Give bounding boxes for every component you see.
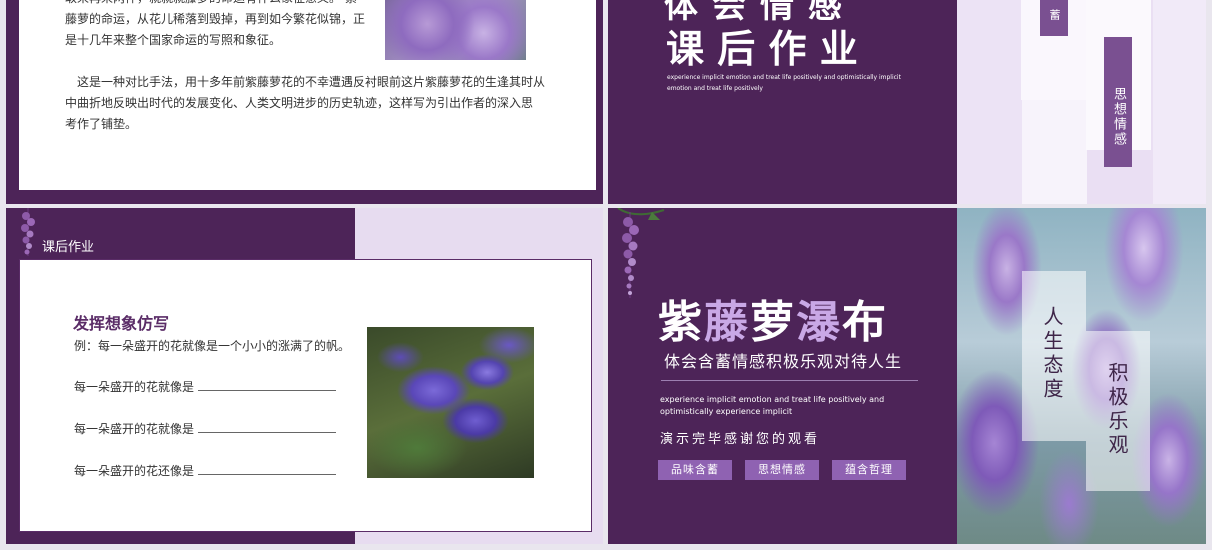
wisteria-photo xyxy=(385,0,526,60)
fill-blank[interactable] xyxy=(198,462,337,475)
vertical-text: 人生态度 xyxy=(1040,306,1064,402)
slide-3[interactable]: 课后作业 发挥想象仿写 例：每一朵盛开的花就像是一个小小的涨满了的帆。 每一朵盛… xyxy=(6,208,603,544)
title-char: 藤 xyxy=(704,297,750,348)
slide-1-paragraph-2: 这是一种对比手法，用十多年前紫藤萝花的不幸遭遇反衬眼前这片紫藤萝花的生逢其时从 … xyxy=(65,72,585,135)
wisteria-icon xyxy=(21,208,35,256)
text-line: 这是一种对比手法，用十多年前紫藤萝花的不幸遭遇反衬眼前这片紫藤萝花的生逢其时从 xyxy=(77,75,546,89)
tag-label: 蓄 xyxy=(1040,0,1068,36)
slide-1-content-card: 取来再来两件，就就就藤萝的命运有什么象征意义。 紫 藤萝的命运，从花儿稀落到毁掉… xyxy=(19,0,596,190)
slide-2-title: 课 后 作 业 xyxy=(666,27,858,71)
fill-blank-line: 每一朵盛开的花就像是 xyxy=(74,378,337,395)
slide-1-paragraph-1: 取来再来两件，就就就藤萝的命运有什么象征意义。 紫 藤萝的命运，从花儿稀落到毁掉… xyxy=(65,0,375,51)
english-line: experience implicit emotion and treat li… xyxy=(660,395,885,404)
slide-4-subtitle: 体会含蓄情感积极乐观对待人生 xyxy=(664,352,903,371)
subtitle-line: emotion and treat life positively xyxy=(667,85,763,92)
slide-4[interactable]: 紫藤萝瀑布 体会含蓄情感积极乐观对待人生 experience implicit… xyxy=(608,208,1206,544)
title-char: 布 xyxy=(842,297,888,348)
fill-blank[interactable] xyxy=(198,378,337,391)
subtitle-line: experience implicit emotion and treat li… xyxy=(667,74,901,81)
slide-2-title-panel: 体会情感 课 后 作 业 experience implicit emotion… xyxy=(608,0,957,204)
fill-blank-line: 每一朵盛开的花就像是 xyxy=(74,420,337,437)
example-sentence: 例：每一朵盛开的花就像是一个小小的涨满了的帆。 xyxy=(74,339,351,353)
text-line: 取来再来两件，就就就藤萝的命运有什么象征意义。 紫 xyxy=(65,0,375,9)
purple-flower-photo xyxy=(367,327,534,478)
vertical-text: 积极乐观 xyxy=(1105,362,1129,458)
english-line: optimistically experience implicit xyxy=(660,407,793,416)
slide-3-header: 课后作业 xyxy=(42,240,95,255)
slide-2[interactable]: 体会情感 课 后 作 业 experience implicit emotion… xyxy=(608,0,1206,204)
slide-4-english: experience implicit emotion and treat li… xyxy=(660,394,884,418)
slide-4-title: 紫藤萝瀑布 xyxy=(658,286,888,350)
fill-blank-label: 每一朵盛开的花就像是 xyxy=(74,422,195,436)
slide-3-content-card: 发挥想象仿写 例：每一朵盛开的花就像是一个小小的涨满了的帆。 每一朵盛开的花就像… xyxy=(19,259,592,532)
text-line: 藤萝的命运，从花儿稀落到毁掉，再到如今繁花似锦，正 xyxy=(65,12,366,26)
tag-button[interactable]: 蕴含哲理 xyxy=(832,460,906,480)
tag-button[interactable]: 品味含蓄 xyxy=(658,460,732,480)
tag-label: 思想情感 xyxy=(1104,37,1132,167)
fill-blank[interactable] xyxy=(198,420,337,433)
fill-blank-label: 每一朵盛开的花还像是 xyxy=(74,464,195,478)
thanks-text: 演示完毕感谢您的观看 xyxy=(660,432,821,447)
tag-button[interactable]: 思想情感 xyxy=(745,460,819,480)
slide-1[interactable]: 取来再来两件，就就就藤萝的命运有什么象征意义。 紫 藤萝的命运，从花儿稀落到毁掉… xyxy=(6,0,603,204)
fill-blank-label: 每一朵盛开的花就像是 xyxy=(74,380,195,394)
text-line: 是十几年来整个国家命运的写照和象征。 xyxy=(65,33,282,47)
title-char: 萝 xyxy=(750,297,796,348)
slide-3-heading: 发挥想象仿写 xyxy=(73,314,170,333)
text-line: 中曲折地反映出时代的发展变化、人类文明进步的历史轨迹，这样写为引出作者的深入思 xyxy=(65,96,534,110)
title-char: 紫 xyxy=(658,297,704,348)
slide-2-subtitle: experience implicit emotion and treat li… xyxy=(667,72,901,94)
fill-blank-line: 每一朵盛开的花还像是 xyxy=(74,462,337,479)
text-line: 考作了铺垫。 xyxy=(65,117,138,131)
title-char: 瀑 xyxy=(796,297,842,348)
divider xyxy=(661,380,918,381)
